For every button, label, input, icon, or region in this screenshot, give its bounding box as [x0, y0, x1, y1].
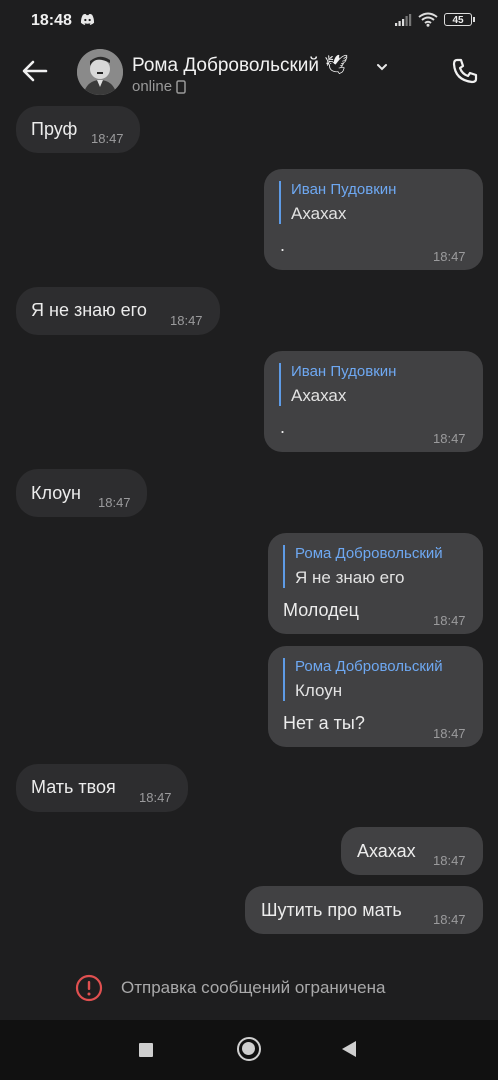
message-time: 18:47: [433, 853, 466, 868]
reply-author: Иван Пудовкин: [291, 363, 397, 380]
message-text: Шутить про мать: [261, 900, 402, 920]
status-bar: 18:48 45: [0, 0, 498, 44]
chat-header: Рома Добровольский 🕊 online: [0, 44, 498, 100]
mobile-device-icon: [176, 79, 186, 94]
reply-text: Клоун: [295, 681, 343, 700]
message-text: .: [280, 417, 286, 437]
restriction-label: Отправка сообщений ограничена: [121, 978, 386, 997]
message-time: 18:47: [170, 313, 203, 328]
messaging-restricted-notice: Отправка сообщений ограничена: [75, 974, 385, 1002]
chevron-down-icon[interactable]: [376, 61, 388, 73]
message-text: Нет а ты?: [283, 713, 365, 733]
message-bubble-outgoing[interactable]: Рома Добровольский Клоун Нет а ты? 18:47: [268, 646, 483, 747]
message-time: 18:47: [433, 613, 466, 628]
message-time: 18:47: [433, 431, 466, 446]
message-bubble-outgoing[interactable]: Ахахах 18:47: [341, 827, 483, 875]
message-bubble-outgoing[interactable]: Иван Пудовкин Ахахах . 18:47: [264, 351, 483, 452]
message-bubble-outgoing[interactable]: Иван Пудовкин Ахахах . 18:47: [264, 169, 483, 270]
message-bubble-outgoing[interactable]: Рома Добровольский Я не знаю его Молодец…: [268, 533, 483, 634]
back-arrow-icon[interactable]: [20, 56, 50, 86]
reply-author: Иван Пудовкин: [291, 181, 397, 198]
message-text: Молодец: [283, 600, 359, 620]
phone-call-icon[interactable]: [450, 56, 480, 86]
reply-text: Я не знаю его: [295, 568, 405, 587]
message-time: 18:47: [433, 726, 466, 741]
message-text: Я не знаю его: [31, 300, 147, 320]
reply-quote[interactable]: Иван Пудовкин Ахахах: [279, 363, 396, 406]
message-bubble-incoming[interactable]: Клоун 18:47: [16, 469, 147, 517]
message-time: 18:47: [91, 131, 124, 146]
reply-quote[interactable]: Рома Добровольский Я не знаю его: [283, 545, 443, 588]
signal-icon: [395, 13, 412, 26]
message-bubble-outgoing[interactable]: Шутить про мать 18:47: [245, 886, 483, 934]
system-nav-bar: [0, 1020, 498, 1080]
reply-quote[interactable]: Иван Пудовкин Ахахах: [279, 181, 396, 224]
contact-name[interactable]: Рома Добровольский 🕊: [132, 53, 348, 77]
reply-quote[interactable]: Рома Добровольский Клоун: [283, 658, 443, 701]
recent-apps-button[interactable]: [139, 1043, 153, 1057]
message-bubble-incoming[interactable]: Пруф 18:47: [16, 106, 140, 153]
message-bubble-incoming[interactable]: Я не знаю его 18:47: [16, 287, 220, 335]
message-time: 18:47: [98, 495, 131, 510]
message-bubble-incoming[interactable]: Мать твоя 18:47: [16, 764, 188, 812]
reply-text: Ахахах: [291, 204, 347, 223]
discord-icon: [80, 14, 95, 25]
message-text: Ахахах: [357, 841, 416, 861]
contact-status: online: [132, 78, 186, 95]
nav-back-button[interactable]: [342, 1041, 356, 1057]
battery-indicator: 45: [444, 13, 475, 26]
message-text: Пруф: [31, 119, 78, 139]
message-text: Клоун: [31, 483, 81, 503]
message-time: 18:47: [433, 912, 466, 927]
status-time: 18:48: [31, 12, 72, 29]
reply-author: Рома Добровольский: [295, 545, 443, 562]
reply-text: Ахахах: [291, 386, 347, 405]
warning-circle-icon: [75, 974, 103, 1002]
online-status: online: [132, 78, 173, 95]
reply-author: Рома Добровольский: [295, 658, 443, 675]
message-time: 18:47: [139, 790, 172, 805]
home-button[interactable]: [237, 1037, 261, 1061]
message-text: .: [280, 235, 286, 255]
avatar[interactable]: [77, 49, 123, 95]
message-text: Мать твоя: [31, 777, 116, 797]
wifi-icon: [418, 12, 438, 27]
message-time: 18:47: [433, 249, 466, 264]
